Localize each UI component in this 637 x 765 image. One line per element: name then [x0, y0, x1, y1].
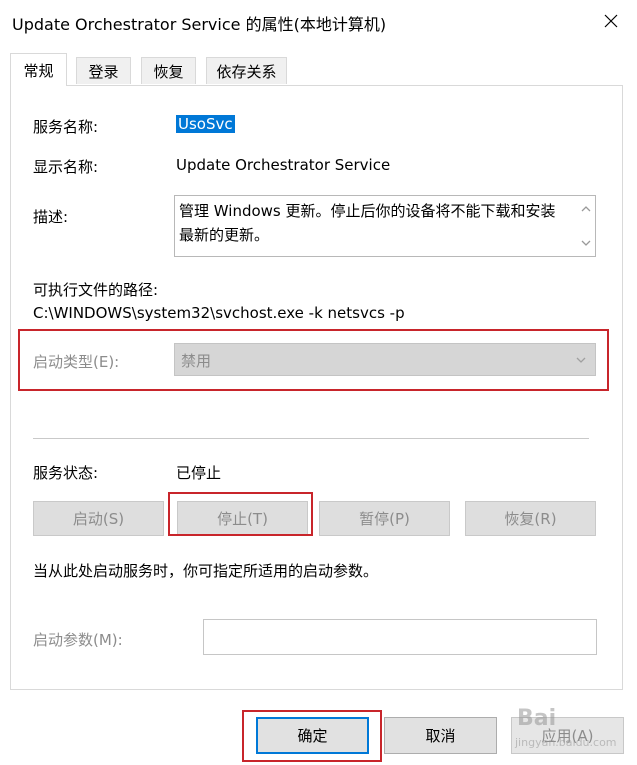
- tab-general[interactable]: 常规: [10, 53, 67, 86]
- description-scrollbar[interactable]: [577, 196, 595, 256]
- startup-type-value: 禁用: [181, 352, 212, 370]
- status-value: 已停止: [176, 464, 222, 482]
- general-panel: 服务名称: UsoSvc 显示名称: Update Orchestrator S…: [10, 85, 623, 690]
- start-button[interactable]: 启动(S): [33, 501, 164, 536]
- close-button[interactable]: [593, 6, 629, 36]
- window-title: Update Orchestrator Service 的属性(本地计算机): [12, 15, 387, 34]
- ok-button[interactable]: 确定: [256, 717, 369, 754]
- divider: [33, 438, 589, 439]
- service-name-value[interactable]: UsoSvc: [176, 115, 235, 133]
- close-icon: [604, 14, 618, 28]
- path-label: 可执行文件的路径:: [33, 281, 159, 299]
- scroll-up-icon[interactable]: [581, 204, 591, 214]
- chevron-down-icon: [576, 357, 586, 363]
- tab-dependencies[interactable]: 依存关系: [206, 57, 287, 84]
- scroll-down-icon[interactable]: [581, 238, 591, 248]
- startup-type-label: 启动类型(E):: [33, 353, 120, 371]
- title-bar: Update Orchestrator Service 的属性(本地计算机): [0, 0, 637, 42]
- path-value[interactable]: C:\WINDOWS\system32\svchost.exe -k netsv…: [33, 304, 405, 322]
- description-textbox[interactable]: 管理 Windows 更新。停止后你的设备将不能下载和安装最新的更新。: [174, 195, 596, 257]
- display-name-value[interactable]: Update Orchestrator Service: [176, 156, 390, 174]
- start-params-hint: 当从此处启动服务时，你可指定所适用的启动参数。: [33, 562, 379, 580]
- apply-button[interactable]: 应用(A): [511, 717, 624, 754]
- start-params-input[interactable]: [203, 619, 597, 655]
- status-label: 服务状态:: [33, 464, 99, 482]
- tab-logon[interactable]: 登录: [76, 57, 131, 84]
- description-label: 描述:: [33, 208, 69, 226]
- pause-button[interactable]: 暂停(P): [319, 501, 450, 536]
- stop-button[interactable]: 停止(T): [177, 501, 308, 536]
- cancel-button[interactable]: 取消: [384, 717, 497, 754]
- resume-button[interactable]: 恢复(R): [465, 501, 596, 536]
- tab-recovery[interactable]: 恢复: [141, 57, 196, 84]
- description-text: 管理 Windows 更新。停止后你的设备将不能下载和安装最新的更新。: [179, 202, 556, 244]
- start-params-label: 启动参数(M):: [33, 631, 123, 649]
- properties-dialog: Update Orchestrator Service 的属性(本地计算机) 常…: [0, 0, 637, 765]
- startup-type-select[interactable]: 禁用: [174, 343, 596, 376]
- display-name-label: 显示名称:: [33, 158, 99, 176]
- service-name-label: 服务名称:: [33, 118, 99, 136]
